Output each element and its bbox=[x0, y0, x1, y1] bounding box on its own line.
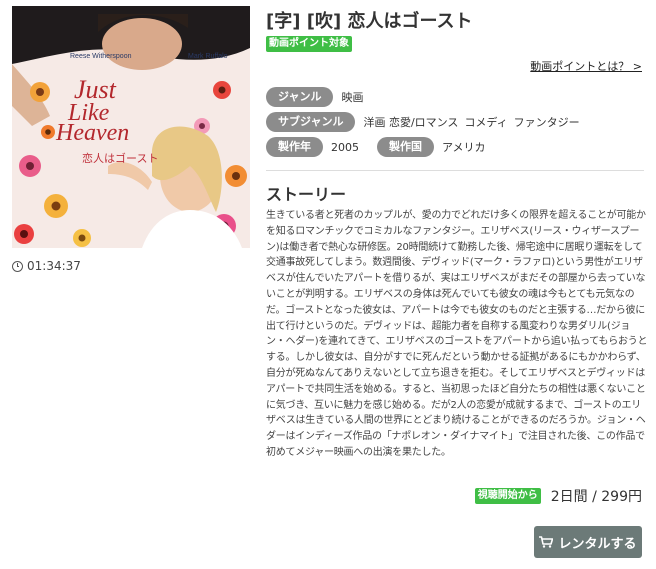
viewing-start-badge: 視聴開始から bbox=[474, 488, 541, 504]
rent-button-label: レンタルする bbox=[558, 536, 637, 552]
subgenre-link-romance[interactable]: 洋画 恋愛/ロマンス bbox=[363, 114, 458, 130]
movie-poster: Reese Witherspoon Mark Ruffalo Just Like… bbox=[12, 6, 250, 248]
subgenre-row: サブジャンル 洋画 恋愛/ロマンス コメディ ファンタジー bbox=[266, 112, 580, 132]
production-row: 製作年 2005 製作国 アメリカ bbox=[266, 137, 485, 157]
point-info-link[interactable]: 動画ポイントとは？ > bbox=[530, 58, 642, 74]
country-value: アメリカ bbox=[442, 141, 486, 154]
year-label: 製作年 bbox=[266, 137, 323, 157]
story-heading: ストーリー bbox=[266, 185, 347, 204]
genre-label: ジャンル bbox=[266, 87, 334, 107]
duration-text: 01:34:37 bbox=[27, 259, 81, 273]
country-label: 製作国 bbox=[377, 137, 434, 157]
subgenre-link-comedy[interactable]: コメディ bbox=[464, 114, 507, 130]
cart-icon bbox=[539, 536, 554, 548]
genre-row: ジャンル 映画 bbox=[266, 87, 363, 107]
poster-actor-right: Mark Ruffalo bbox=[188, 53, 228, 60]
poster-artwork: Reese Witherspoon Mark Ruffalo Just Like… bbox=[12, 6, 250, 248]
clock-icon bbox=[12, 260, 23, 272]
story-text: 生きている者と死者のカップルが、愛の力でどれだけ多くの限界を超えることが可能かを… bbox=[266, 210, 648, 458]
genre-link[interactable]: 映画 bbox=[341, 89, 363, 105]
page-title: [字] [吹] 恋人はゴースト bbox=[266, 11, 473, 32]
year-value: 2005 bbox=[331, 140, 359, 154]
rent-button[interactable]: レンタルする bbox=[534, 526, 642, 558]
point-eligible-badge: 動画ポイント対象 bbox=[266, 36, 352, 52]
rental-price: 2日間 / 299円 bbox=[550, 489, 642, 505]
subgenre-list: 洋画 恋愛/ロマンス コメディ ファンタジー bbox=[363, 114, 579, 130]
svg-text:恋人はゴースト: 恋人はゴースト bbox=[82, 151, 158, 165]
poster-actor-left: Reese Witherspoon bbox=[70, 53, 132, 60]
divider bbox=[266, 170, 644, 171]
duration: 01:34:37 bbox=[12, 259, 81, 273]
rental-info: 視聴開始から 2日間 / 299円 bbox=[474, 486, 642, 506]
subgenre-link-fantasy[interactable]: ファンタジー bbox=[514, 114, 580, 130]
subgenre-label: サブジャンル bbox=[266, 112, 356, 132]
svg-text:Heaven: Heaven bbox=[55, 120, 129, 146]
